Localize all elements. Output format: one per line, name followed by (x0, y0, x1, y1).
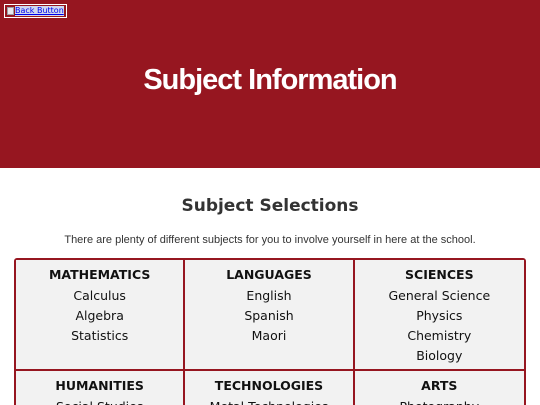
subjects-grid: MATHEMATICS Calculus Algebra Statistics … (14, 258, 526, 405)
subject-card-sciences: SCIENCES General Science Physics Chemist… (354, 260, 524, 371)
subject-item: Algebra (75, 308, 124, 323)
subject-card-technologies: TECHNOLOGIES Metal Technologies (185, 371, 355, 405)
subject-item: Photography (355, 397, 524, 405)
intro-text: There are plenty of different subjects f… (64, 234, 476, 246)
subject-card-languages: LANGUAGES English Spanish Maori (185, 260, 355, 371)
subject-category-title: SCIENCES (405, 267, 474, 282)
subject-category-title: LANGUAGES (226, 267, 312, 282)
subject-item: Chemistry (407, 328, 472, 343)
subject-item: Metal Technologies (185, 397, 352, 405)
subject-category-title: TECHNOLOGIES (214, 378, 324, 393)
subject-card-humanities: HUMANITIES Social Studies (16, 371, 186, 405)
subject-category-title: HUMANITIES (55, 378, 144, 393)
subject-item: Statistics (71, 328, 129, 343)
subject-item: Maori (251, 328, 287, 343)
subject-item: Social Studies (16, 397, 183, 405)
subject-item: Biology (416, 348, 463, 363)
back-button-label: Back Button (15, 6, 64, 16)
subject-item: Spanish (244, 308, 294, 323)
subject-card-arts: ARTS Photography (354, 371, 524, 405)
back-button[interactable]: Back Button (4, 4, 67, 18)
subject-item: Calculus (73, 288, 126, 303)
subject-category-title: ARTS (421, 378, 458, 393)
subject-item: English (246, 288, 292, 303)
subject-category-title: MATHEMATICS (48, 267, 151, 282)
page-title: Subject Information (143, 64, 397, 96)
broken-image-icon (7, 7, 14, 15)
subject-item: Physics (416, 308, 463, 323)
hero-banner: Back Button Subject Information (0, 0, 540, 168)
subject-card-mathematics: MATHEMATICS Calculus Algebra Statistics (16, 260, 186, 371)
page: Back Button Subject Information Subject … (0, 0, 540, 405)
subject-item: General Science (388, 288, 491, 303)
section-title: Subject Selections (181, 196, 359, 216)
